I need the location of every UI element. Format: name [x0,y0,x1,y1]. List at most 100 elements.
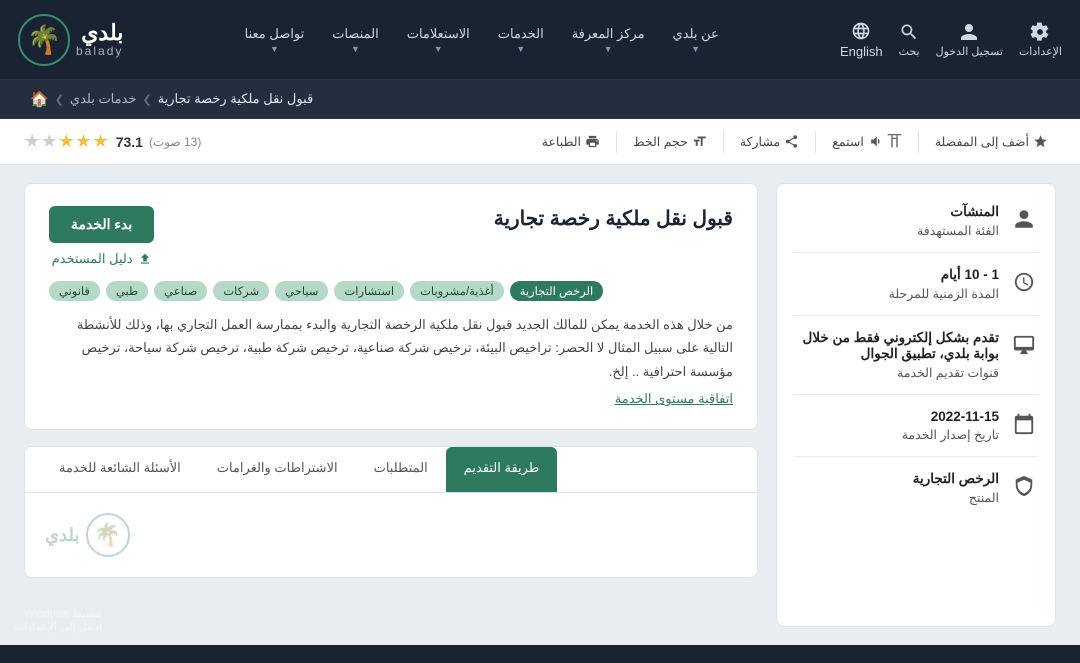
sidebar-duration: 1 - 10 أيام المدة الزمنية للمرحلة [793,253,1039,316]
calendar-icon [1009,409,1039,439]
sidebar-date-value: تاريخ إصدار الخدمة [793,427,999,442]
palm-icon: 🌴 [27,23,62,56]
toolbar: أضف إلى المفضلة استمع مشاركة حجم الخط ال… [0,119,1080,165]
add-fav-btn[interactable]: أضف إلى المفضلة [927,130,1056,153]
brand-logo-circle: 🌴 [18,14,70,66]
sidebar: المنشآت الفئة المستهدفة 1 - 10 أيام المد… [776,183,1056,627]
nav-knowledge[interactable]: مركز المعرفة ▼ [558,16,659,64]
person-icon [1009,204,1039,234]
sidebar-date-title: 2022-11-15 [793,409,999,424]
toolbar-sep2 [815,131,816,153]
rating-count: (13 صوت) [149,135,201,149]
chevron-icon: ▼ [604,44,613,54]
brand-name-en: balady [76,44,123,58]
nav-contact[interactable]: تواصل معنا ▼ [231,16,319,64]
service-header: قبول نقل ملكية رخصة تجارية بدء الخدمة دل… [49,206,733,267]
start-service-btn[interactable]: بدء الخدمة [49,206,154,243]
navbar: الإعدادات تسجيل الدخول بحث English عن بل… [0,0,1080,80]
sidebar-date-content: 2022-11-15 تاريخ إصدار الخدمة [793,409,999,442]
brand[interactable]: بلدي balady 🌴 [18,14,123,66]
brand-name-ar: بلدي [81,22,123,44]
sidebar-license-type: الرخص التجارية المنتج [793,457,1039,519]
bottom-logo: 🌴 بلدي [45,513,130,557]
main-area: المنشآت الفئة المستهدفة 1 - 10 أيام المد… [0,165,1080,645]
chevron-icon: ▼ [434,44,443,54]
tab-faq[interactable]: الأسئلة الشائعة للخدمة [41,447,199,492]
clock-icon [1009,267,1039,297]
user-guide-btn[interactable]: دليل المستخدم [52,251,152,267]
chevron-icon: ▼ [270,44,279,54]
sidebar-duration-title: 1 - 10 أيام [793,267,999,283]
toolbar-sep [918,131,919,153]
tag-company[interactable]: شركات [213,281,269,301]
bottom-logo-text: بلدي [45,525,80,546]
tab-fees-fines[interactable]: الاشتراطات والغرامات [199,447,356,492]
sidebar-target-content: المنشآت الفئة المستهدفة [793,204,999,238]
tag-medical[interactable]: طبي [106,281,148,301]
bottom-tabs: طريقة التقديم المتطلبات الاشتراطات والغر… [25,447,757,493]
sidebar-channel-content: تقدم بشكل إلكتروني فقط من خلال بوابة بلد… [793,330,999,380]
sidebar-channel: تقدم بشكل إلكتروني فقط من خلال بوابة بلد… [793,316,1039,395]
chevron-icon: ▼ [351,44,360,54]
login-util[interactable]: تسجيل الدخول [936,22,1003,58]
tab-apply-method[interactable]: طريقة التقديم [446,447,557,492]
breadcrumb-mid[interactable]: خدمات بلدي [70,91,137,107]
print-btn[interactable]: الطباعة [534,130,608,153]
toolbar-actions: أضف إلى المفضلة استمع مشاركة حجم الخط ال… [534,130,1056,153]
sidebar-date: 2022-11-15 تاريخ إصدار الخدمة [793,395,1039,457]
bottom-logo-circle: 🌴 [86,513,130,557]
service-description: من خلال هذه الخدمة يمكن للمالك الجديد قب… [49,313,733,383]
search-label: بحث [899,45,920,58]
tag-tourism[interactable]: سياحي [275,281,328,301]
rating-score: 73.1 [116,134,143,150]
toolbar-sep4 [616,131,617,153]
share-btn[interactable]: مشاركة [732,130,807,153]
nav-inquiries[interactable]: الاستعلامات ▼ [393,16,484,64]
breadcrumb: قبول نقل ملكية رخصة تجارية ❯ خدمات بلدي … [0,80,1080,119]
chevron-icon: ▼ [691,44,700,54]
breadcrumb-current: قبول نقل ملكية رخصة تجارية [158,91,314,107]
font-size-btn[interactable]: حجم الخط [625,130,715,153]
sidebar-target-title: المنشآت [793,204,999,220]
bottom-card: طريقة التقديم المتطلبات الاشتراطات والغر… [24,446,758,578]
toolbar-rating: (13 صوت) 73.1 ★★★★★ [24,131,201,152]
tag-food[interactable]: أغذية/مشروبات [410,281,504,301]
navbar-utilities: الإعدادات تسجيل الدخول بحث English [840,21,1062,59]
settings-label: الإعدادات [1019,45,1062,58]
tag-consult[interactable]: استشارات [334,281,404,301]
brand-text: بلدي balady [76,22,123,58]
content-area: قبول نقل ملكية رخصة تجارية بدء الخدمة دل… [24,183,758,627]
nav-an-balady[interactable]: عن بلدي ▼ [659,16,733,64]
search-util[interactable]: بحث [899,22,920,58]
sidebar-target-value: الفئة المستهدفة [793,223,999,238]
nav-links: عن بلدي ▼ مركز المعرفة ▼ الخدمات ▼ الاست… [231,16,733,64]
tag-legal[interactable]: قانوني [49,281,100,301]
sidebar-duration-value: المدة الزمنية للمرحلة [793,286,999,301]
sla-link[interactable]: اتفاقية مستوى الخدمة [49,391,733,407]
sidebar-channel-value: قنوات تقديم الخدمة [793,365,999,380]
sidebar-target-category: المنشآت الفئة المستهدفة [793,204,1039,253]
service-tags: الرخص التجارية أغذية/مشروبات استشارات سي… [49,281,733,301]
breadcrumb-sep2: ❯ [55,93,64,106]
nav-platforms[interactable]: المنصات ▼ [318,16,392,64]
rating-stars: ★★★★★ [24,131,110,152]
language-btn[interactable]: English [840,21,883,59]
tab-requirements[interactable]: المتطلبات [356,447,446,492]
home-icon[interactable]: 🏠 [30,90,49,108]
tag-commerce[interactable]: الرخص التجارية [510,281,603,301]
sidebar-license-title: الرخص التجارية [793,471,999,487]
listen-btn[interactable]: استمع [824,130,910,153]
sidebar-license-value: المنتج [793,490,999,505]
chevron-icon: ▼ [516,44,525,54]
service-title: قبول نقل ملكية رخصة تجارية [494,206,733,231]
sidebar-channel-title: تقدم بشكل إلكتروني فقط من خلال بوابة بلد… [793,330,999,362]
box-icon [1009,471,1039,501]
monitor-icon [1009,330,1039,360]
settings-util[interactable]: الإعدادات [1019,22,1062,58]
toolbar-sep3 [723,131,724,153]
sidebar-duration-content: 1 - 10 أيام المدة الزمنية للمرحلة [793,267,999,301]
service-actions: بدء الخدمة دليل المستخدم [49,206,154,267]
tag-industry[interactable]: صناعي [154,281,207,301]
login-label: تسجيل الدخول [936,45,1003,58]
nav-services[interactable]: الخدمات ▼ [484,16,558,64]
